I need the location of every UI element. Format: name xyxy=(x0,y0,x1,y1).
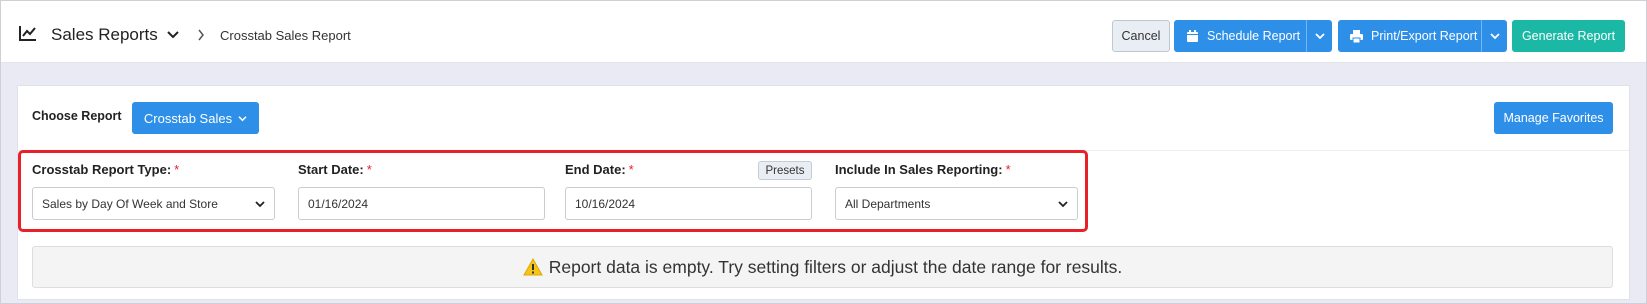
choose-report-value: Crosstab Sales xyxy=(143,110,233,126)
sales-reporting-label: Include In Sales Reporting: * xyxy=(835,162,1011,177)
generate-report-label: Generate Report xyxy=(1521,29,1616,43)
manage-favorites-button[interactable]: Manage Favorites xyxy=(1494,102,1613,134)
end-date-value: 10/16/2024 xyxy=(575,196,636,211)
start-date-input[interactable]: 01/16/2024 xyxy=(298,187,545,220)
schedule-report-label: Schedule Report xyxy=(1207,29,1301,43)
warning-icon xyxy=(522,258,543,276)
empty-state-message: Report data is empty. Try setting filter… xyxy=(548,256,1123,277)
chevron-down-icon[interactable] xyxy=(167,30,179,40)
choose-report-dropdown[interactable]: Crosstab Sales xyxy=(132,102,259,134)
required-marker: * xyxy=(628,162,634,177)
chevron-down-icon xyxy=(238,115,247,121)
cancel-button-label: Cancel xyxy=(1121,29,1161,43)
required-marker: * xyxy=(366,162,372,177)
chart-line-icon xyxy=(19,26,36,41)
start-date-label-text: Start Date: xyxy=(298,162,364,177)
presets-label: Presets xyxy=(765,164,805,177)
required-marker: * xyxy=(174,162,180,177)
report-type-select[interactable]: Sales by Day Of Week and Store xyxy=(32,187,275,220)
chevron-down-icon xyxy=(255,201,265,208)
schedule-report-dropdown[interactable] xyxy=(1306,20,1332,52)
end-date-input[interactable]: 10/16/2024 xyxy=(565,187,812,220)
print-export-dropdown[interactable] xyxy=(1481,20,1507,52)
report-type-value: Sales by Day Of Week and Store xyxy=(42,196,218,211)
header-bar: Sales Reports Crosstab Sales Report Canc… xyxy=(1,1,1646,63)
chevron-down-icon xyxy=(1489,33,1500,40)
print-export-button[interactable]: Print/Export Report xyxy=(1338,20,1507,52)
generate-report-button[interactable]: Generate Report xyxy=(1512,20,1625,52)
sales-reporting-value: All Departments xyxy=(845,196,931,211)
start-date-value: 01/16/2024 xyxy=(308,196,369,211)
end-date-label: End Date: * xyxy=(565,162,634,177)
chevron-down-icon xyxy=(1314,33,1325,40)
empty-state-banner: Report data is empty. Try setting filter… xyxy=(32,246,1613,288)
sales-reporting-select[interactable]: All Departments xyxy=(835,187,1078,220)
end-date-label-text: End Date: xyxy=(565,162,626,177)
print-export-label: Print/Export Report xyxy=(1371,29,1478,43)
choose-report-label: Choose Report xyxy=(32,109,122,123)
breadcrumb: Crosstab Sales Report xyxy=(220,28,351,43)
printer-icon xyxy=(1350,29,1363,43)
required-marker: * xyxy=(1005,162,1011,177)
manage-favorites-label: Manage Favorites xyxy=(1503,111,1604,125)
presets-button[interactable]: Presets xyxy=(758,161,812,180)
report-type-label: Crosstab Report Type: * xyxy=(32,162,179,177)
report-type-label-text: Crosstab Report Type: xyxy=(32,162,172,177)
start-date-label: Start Date: * xyxy=(298,162,372,177)
page-title[interactable]: Sales Reports xyxy=(51,25,158,45)
sales-reporting-label-text: Include In Sales Reporting: xyxy=(835,162,1003,177)
cancel-button[interactable]: Cancel xyxy=(1112,20,1170,52)
chevron-right-icon xyxy=(198,29,204,41)
schedule-report-button[interactable]: Schedule Report xyxy=(1174,20,1332,52)
chevron-down-icon xyxy=(1058,201,1068,208)
calendar-icon xyxy=(1187,29,1198,42)
